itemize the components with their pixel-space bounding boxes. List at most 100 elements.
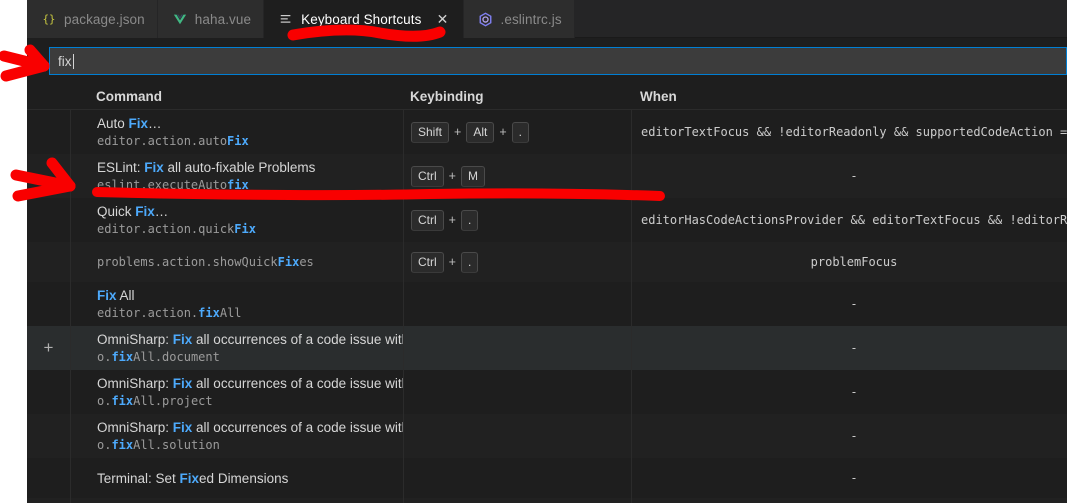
- tab-bar-filler: [575, 0, 1067, 37]
- match-highlight: Fix: [173, 376, 193, 391]
- match-highlight: Fix: [135, 204, 155, 219]
- when-expression: -: [850, 429, 857, 443]
- match-highlight: Fix: [278, 255, 300, 269]
- match-highlight: Fix: [234, 222, 256, 236]
- cell-command: Fix Alleditor.action.fixAll: [70, 282, 403, 326]
- table-row[interactable]: ESLint: Fix all auto-fixable Problemsesl…: [27, 154, 1067, 198]
- vscode-window: {} package.json haha.vue: [27, 0, 1067, 503]
- close-icon[interactable]: ✕: [435, 11, 451, 27]
- tab-haha-vue[interactable]: haha.vue: [158, 0, 264, 38]
- cell-command: Terminal: Set Fixed Dimensions: [70, 458, 403, 498]
- cell-command: Auto Fix…editor.action.autoFix: [70, 110, 403, 154]
- cell-command: Quick Fix…editor.action.quickFix: [70, 198, 403, 242]
- when-expression: -: [850, 341, 857, 355]
- command-id: eslint.executeAutofix: [97, 177, 403, 194]
- command-id: o.fixAll.project: [97, 393, 403, 410]
- keybinding-chord: Shift+Alt+.: [411, 122, 631, 143]
- when-expression: -: [850, 169, 857, 183]
- match-highlight: Fix: [144, 160, 164, 175]
- tab-keyboard-shortcuts[interactable]: Keyboard Shortcuts ✕: [264, 0, 463, 38]
- table-row[interactable]: OmniSharp: Fix all occurrences of a code…: [27, 414, 1067, 458]
- cell-keybinding: Ctrl+M: [403, 154, 631, 198]
- command-id: editor.action.autoFix: [97, 133, 403, 150]
- cell-when: editorHasCodeActionsProvider && editorTe…: [631, 198, 1067, 242]
- cell-keybinding: [403, 326, 631, 370]
- match-highlight: Fix: [173, 332, 193, 347]
- match-highlight: Fix: [227, 134, 249, 148]
- tab-package-json[interactable]: {} package.json: [27, 0, 158, 38]
- cell-when: -: [631, 370, 1067, 414]
- braces-icon: {}: [41, 11, 57, 27]
- key-cap: .: [512, 122, 529, 143]
- match-highlight: Fix: [173, 420, 193, 435]
- match-highlight: Fix: [129, 116, 149, 131]
- table-row[interactable]: + OmniSharp: Fix all occurrences of a cod…: [27, 326, 1067, 370]
- command-title: OmniSharp: Fix all occurrences of a code…: [97, 330, 403, 349]
- match-highlight: fix: [227, 178, 249, 192]
- cell-when: -: [631, 498, 1067, 503]
- cell-command: eslint.applyAllFixes: [70, 498, 403, 503]
- key-separator: +: [449, 169, 456, 183]
- table-row[interactable]: OmniSharp: Fix all occurrences of a code…: [27, 370, 1067, 414]
- command-title: Auto Fix…: [97, 114, 403, 133]
- add-keybinding-icon[interactable]: +: [27, 326, 70, 370]
- key-separator: +: [449, 213, 456, 227]
- table-row[interactable]: Fix Alleditor.action.fixAll-: [27, 282, 1067, 326]
- table-row[interactable]: Auto Fix…editor.action.autoFixShift+Alt+…: [27, 110, 1067, 154]
- cell-when: editorTextFocus && !editorReadonly && su…: [631, 110, 1067, 154]
- when-expression: editorTextFocus && !editorReadonly && su…: [641, 125, 1067, 139]
- search-input[interactable]: fix: [49, 47, 1067, 75]
- cell-keybinding: [403, 370, 631, 414]
- screenshot-root: {} package.json haha.vue: [0, 0, 1067, 503]
- eslint-icon: [478, 11, 494, 27]
- command-id: o.fixAll.solution: [97, 437, 403, 454]
- key-cap: Alt: [466, 122, 494, 143]
- tab-label: package.json: [64, 12, 145, 27]
- column-header-command[interactable]: Command: [70, 89, 403, 104]
- key-separator: +: [499, 125, 506, 139]
- table-header-row: Command Keybinding When: [27, 83, 1067, 110]
- table-row[interactable]: problems.action.showQuickFixesCtrl+.prob…: [27, 242, 1067, 282]
- table-row[interactable]: eslint.applyAllFixes -: [27, 498, 1067, 503]
- search-input-value: fix: [58, 54, 72, 69]
- vue-icon: [172, 11, 188, 27]
- row-gutter: [27, 414, 70, 458]
- column-header-when[interactable]: When: [631, 89, 1067, 104]
- cell-keybinding: [403, 458, 631, 498]
- keybinding-chord: Ctrl +.: [411, 210, 631, 231]
- cell-keybinding: [403, 498, 631, 503]
- key-separator: +: [449, 255, 456, 269]
- tab-eslintrc-js[interactable]: .eslintrc.js: [464, 0, 575, 38]
- row-gutter: [27, 154, 70, 198]
- row-gutter: [27, 370, 70, 414]
- cell-when: -: [631, 154, 1067, 198]
- command-id: problems.action.showQuickFixes: [97, 254, 403, 271]
- command-title: ESLint: Fix all auto-fixable Problems: [97, 158, 403, 177]
- match-highlight: fix: [111, 394, 133, 408]
- row-gutter: [27, 110, 70, 154]
- key-cap: .: [461, 210, 478, 231]
- key-separator: +: [454, 125, 461, 139]
- tab-label: haha.vue: [195, 12, 251, 27]
- when-expression: problemFocus: [811, 255, 898, 269]
- cell-keybinding: Ctrl +.: [403, 198, 631, 242]
- match-highlight: Fix: [180, 471, 200, 486]
- when-expression: -: [850, 385, 857, 399]
- column-header-keybinding[interactable]: Keybinding: [403, 89, 631, 104]
- svg-text:{}: {}: [43, 14, 56, 26]
- table-row[interactable]: Quick Fix…editor.action.quickFix Ctrl +. ed…: [27, 198, 1067, 242]
- match-highlight: fix: [111, 350, 133, 364]
- cell-command: ESLint: Fix all auto-fixable Problemsesl…: [70, 154, 403, 198]
- tab-label: .eslintrc.js: [501, 12, 562, 27]
- cell-command: OmniSharp: Fix all occurrences of a code…: [70, 370, 403, 414]
- list-icon: [278, 11, 294, 27]
- table-row[interactable]: Terminal: Set Fixed Dimensions -: [27, 458, 1067, 498]
- match-highlight: fix: [198, 306, 220, 320]
- keybinding-chord: Ctrl+M: [411, 166, 631, 187]
- cell-keybinding: [403, 282, 631, 326]
- table-body: Auto Fix…editor.action.autoFixShift+Alt+…: [27, 110, 1067, 503]
- cell-keybinding: Shift+Alt+.: [403, 110, 631, 154]
- row-gutter: [27, 282, 70, 326]
- key-cap: Ctrl: [411, 210, 444, 231]
- cell-when: -: [631, 458, 1067, 498]
